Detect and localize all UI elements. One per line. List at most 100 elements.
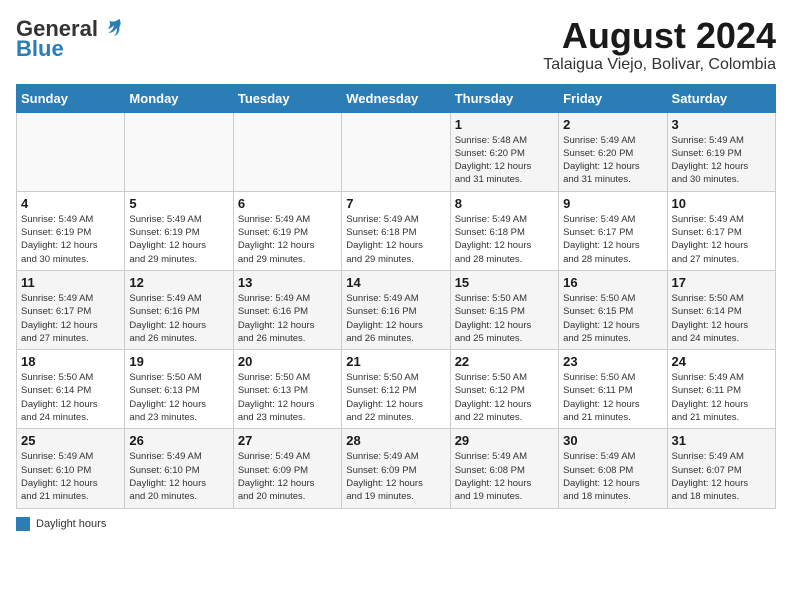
week-row-1: 4 Sunrise: 5:49 AM Sunset: 6:19 PM Daylig… — [17, 191, 776, 270]
week-row-2: 11 Sunrise: 5:49 AM Sunset: 6:17 PM Dayli… — [17, 270, 776, 349]
day-info: Sunrise: 5:49 AM Sunset: 6:16 PM Dayligh… — [129, 292, 228, 345]
calendar-cell: 17 Sunrise: 5:50 AM Sunset: 6:14 PM Dayli… — [667, 270, 775, 349]
day-number: 14 — [346, 275, 445, 290]
calendar-cell — [233, 112, 341, 191]
calendar-cell: 12 Sunrise: 5:49 AM Sunset: 6:16 PM Dayli… — [125, 270, 233, 349]
calendar-cell: 13Sunrise: 5:49 AM Sunset: 6:16 PM Dayli… — [233, 270, 341, 349]
calendar-cell: 6 Sunrise: 5:49 AM Sunset: 6:19 PM Daylig… — [233, 191, 341, 270]
dow-header-thursday: Thursday — [450, 84, 558, 112]
week-row-3: 18 Sunrise: 5:50 AM Sunset: 6:14 PM Dayli… — [17, 350, 776, 429]
dow-header-sunday: Sunday — [17, 84, 125, 112]
day-info: Sunrise: 5:49 AM Sunset: 6:17 PM Dayligh… — [563, 213, 662, 266]
day-info: Sunrise: 5:49 AM Sunset: 6:19 PM Dayligh… — [672, 134, 771, 187]
title-area: August 2024 Talaigua Viejo, Bolivar, Col… — [543, 16, 776, 74]
day-number: 28 — [346, 433, 445, 448]
calendar-cell: 29Sunrise: 5:49 AM Sunset: 6:08 PM Dayli… — [450, 429, 558, 508]
day-number: 15 — [455, 275, 554, 290]
week-row-0: 1 Sunrise: 5:48 AM Sunset: 6:20 PM Daylig… — [17, 112, 776, 191]
day-number: 26 — [129, 433, 228, 448]
day-info: Sunrise: 5:50 AM Sunset: 6:13 PM Dayligh… — [129, 371, 228, 424]
day-number: 12 — [129, 275, 228, 290]
day-info: Sunrise: 5:49 AM Sunset: 6:18 PM Dayligh… — [455, 213, 554, 266]
day-info: Sunrise: 5:49 AM Sunset: 6:09 PM Dayligh… — [238, 450, 337, 503]
day-number: 16 — [563, 275, 662, 290]
day-number: 21 — [346, 354, 445, 369]
calendar-cell: 24Sunrise: 5:49 AM Sunset: 6:11 PM Dayli… — [667, 350, 775, 429]
month-title: August 2024 — [543, 16, 776, 56]
calendar-cell: 7 Sunrise: 5:49 AM Sunset: 6:18 PM Daylig… — [342, 191, 450, 270]
day-info: Sunrise: 5:49 AM Sunset: 6:17 PM Dayligh… — [21, 292, 120, 345]
day-info: Sunrise: 5:50 AM Sunset: 6:14 PM Dayligh… — [21, 371, 120, 424]
calendar-cell — [125, 112, 233, 191]
calendar-cell: 9 Sunrise: 5:49 AM Sunset: 6:17 PM Daylig… — [559, 191, 667, 270]
day-number: 20 — [238, 354, 337, 369]
day-info: Sunrise: 5:49 AM Sunset: 6:17 PM Dayligh… — [672, 213, 771, 266]
calendar-cell: 28 Sunrise: 5:49 AM Sunset: 6:09 PM Dayli… — [342, 429, 450, 508]
calendar-cell: 22Sunrise: 5:50 AM Sunset: 6:12 PM Dayli… — [450, 350, 558, 429]
day-number: 17 — [672, 275, 771, 290]
dow-header-saturday: Saturday — [667, 84, 775, 112]
day-number: 10 — [672, 196, 771, 211]
day-number: 4 — [21, 196, 120, 211]
day-number: 1 — [455, 117, 554, 132]
calendar-cell: 19 Sunrise: 5:50 AM Sunset: 6:13 PM Dayli… — [125, 350, 233, 429]
calendar-cell: 14 Sunrise: 5:49 AM Sunset: 6:16 PM Dayli… — [342, 270, 450, 349]
day-info: Sunrise: 5:49 AM Sunset: 6:11 PM Dayligh… — [672, 371, 771, 424]
day-info: Sunrise: 5:49 AM Sunset: 6:16 PM Dayligh… — [346, 292, 445, 345]
dow-header-tuesday: Tuesday — [233, 84, 341, 112]
dow-header-friday: Friday — [559, 84, 667, 112]
calendar-cell: 16Sunrise: 5:50 AM Sunset: 6:15 PM Dayli… — [559, 270, 667, 349]
legend-area: Daylight hours — [16, 517, 776, 531]
calendar-cell: 31 Sunrise: 5:49 AM Sunset: 6:07 PM Dayli… — [667, 429, 775, 508]
calendar-cell: 20 Sunrise: 5:50 AM Sunset: 6:13 PM Dayli… — [233, 350, 341, 429]
day-number: 7 — [346, 196, 445, 211]
day-number: 31 — [672, 433, 771, 448]
calendar-cell: 30 Sunrise: 5:49 AM Sunset: 6:08 PM Dayli… — [559, 429, 667, 508]
calendar-cell: 8 Sunrise: 5:49 AM Sunset: 6:18 PM Daylig… — [450, 191, 558, 270]
day-number: 3 — [672, 117, 771, 132]
day-number: 6 — [238, 196, 337, 211]
calendar-cell: 2Sunrise: 5:49 AM Sunset: 6:20 PM Daylig… — [559, 112, 667, 191]
day-number: 13 — [238, 275, 337, 290]
calendar-cell: 4Sunrise: 5:49 AM Sunset: 6:19 PM Daylig… — [17, 191, 125, 270]
calendar-cell — [17, 112, 125, 191]
day-info: Sunrise: 5:49 AM Sunset: 6:19 PM Dayligh… — [238, 213, 337, 266]
day-info: Sunrise: 5:49 AM Sunset: 6:08 PM Dayligh… — [563, 450, 662, 503]
header: General Blue August 2024 Talaigua Viejo,… — [16, 16, 776, 74]
calendar-cell: 27 Sunrise: 5:49 AM Sunset: 6:09 PM Dayli… — [233, 429, 341, 508]
day-info: Sunrise: 5:50 AM Sunset: 6:14 PM Dayligh… — [672, 292, 771, 345]
calendar-cell: 10 Sunrise: 5:49 AM Sunset: 6:17 PM Dayli… — [667, 191, 775, 270]
calendar-cell: 1 Sunrise: 5:48 AM Sunset: 6:20 PM Daylig… — [450, 112, 558, 191]
day-number: 11 — [21, 275, 120, 290]
day-info: Sunrise: 5:49 AM Sunset: 6:18 PM Dayligh… — [346, 213, 445, 266]
legend-label: Daylight hours — [36, 518, 106, 530]
dow-header-wednesday: Wednesday — [342, 84, 450, 112]
calendar-cell: 15 Sunrise: 5:50 AM Sunset: 6:15 PM Dayli… — [450, 270, 558, 349]
day-number: 25 — [21, 433, 120, 448]
day-number: 8 — [455, 196, 554, 211]
day-number: 30 — [563, 433, 662, 448]
day-info: Sunrise: 5:50 AM Sunset: 6:13 PM Dayligh… — [238, 371, 337, 424]
day-info: Sunrise: 5:49 AM Sunset: 6:08 PM Dayligh… — [455, 450, 554, 503]
calendar-cell — [342, 112, 450, 191]
day-info: Sunrise: 5:49 AM Sunset: 6:07 PM Dayligh… — [672, 450, 771, 503]
location-title: Talaigua Viejo, Bolivar, Colombia — [543, 56, 776, 74]
week-row-4: 25Sunrise: 5:49 AM Sunset: 6:10 PM Dayli… — [17, 429, 776, 508]
day-info: Sunrise: 5:50 AM Sunset: 6:15 PM Dayligh… — [455, 292, 554, 345]
dow-header-monday: Monday — [125, 84, 233, 112]
calendar-cell: 25Sunrise: 5:49 AM Sunset: 6:10 PM Dayli… — [17, 429, 125, 508]
calendar-cell: 21Sunrise: 5:50 AM Sunset: 6:12 PM Dayli… — [342, 350, 450, 429]
day-number: 9 — [563, 196, 662, 211]
day-number: 18 — [21, 354, 120, 369]
day-info: Sunrise: 5:49 AM Sunset: 6:09 PM Dayligh… — [346, 450, 445, 503]
calendar-cell: 18 Sunrise: 5:50 AM Sunset: 6:14 PM Dayli… — [17, 350, 125, 429]
legend-color-box — [16, 517, 30, 531]
day-number: 5 — [129, 196, 228, 211]
day-number: 19 — [129, 354, 228, 369]
day-info: Sunrise: 5:48 AM Sunset: 6:20 PM Dayligh… — [455, 134, 554, 187]
calendar-cell: 5Sunrise: 5:49 AM Sunset: 6:19 PM Daylig… — [125, 191, 233, 270]
logo: General Blue — [16, 16, 122, 62]
day-info: Sunrise: 5:49 AM Sunset: 6:20 PM Dayligh… — [563, 134, 662, 187]
calendar-cell: 11 Sunrise: 5:49 AM Sunset: 6:17 PM Dayli… — [17, 270, 125, 349]
day-number: 27 — [238, 433, 337, 448]
